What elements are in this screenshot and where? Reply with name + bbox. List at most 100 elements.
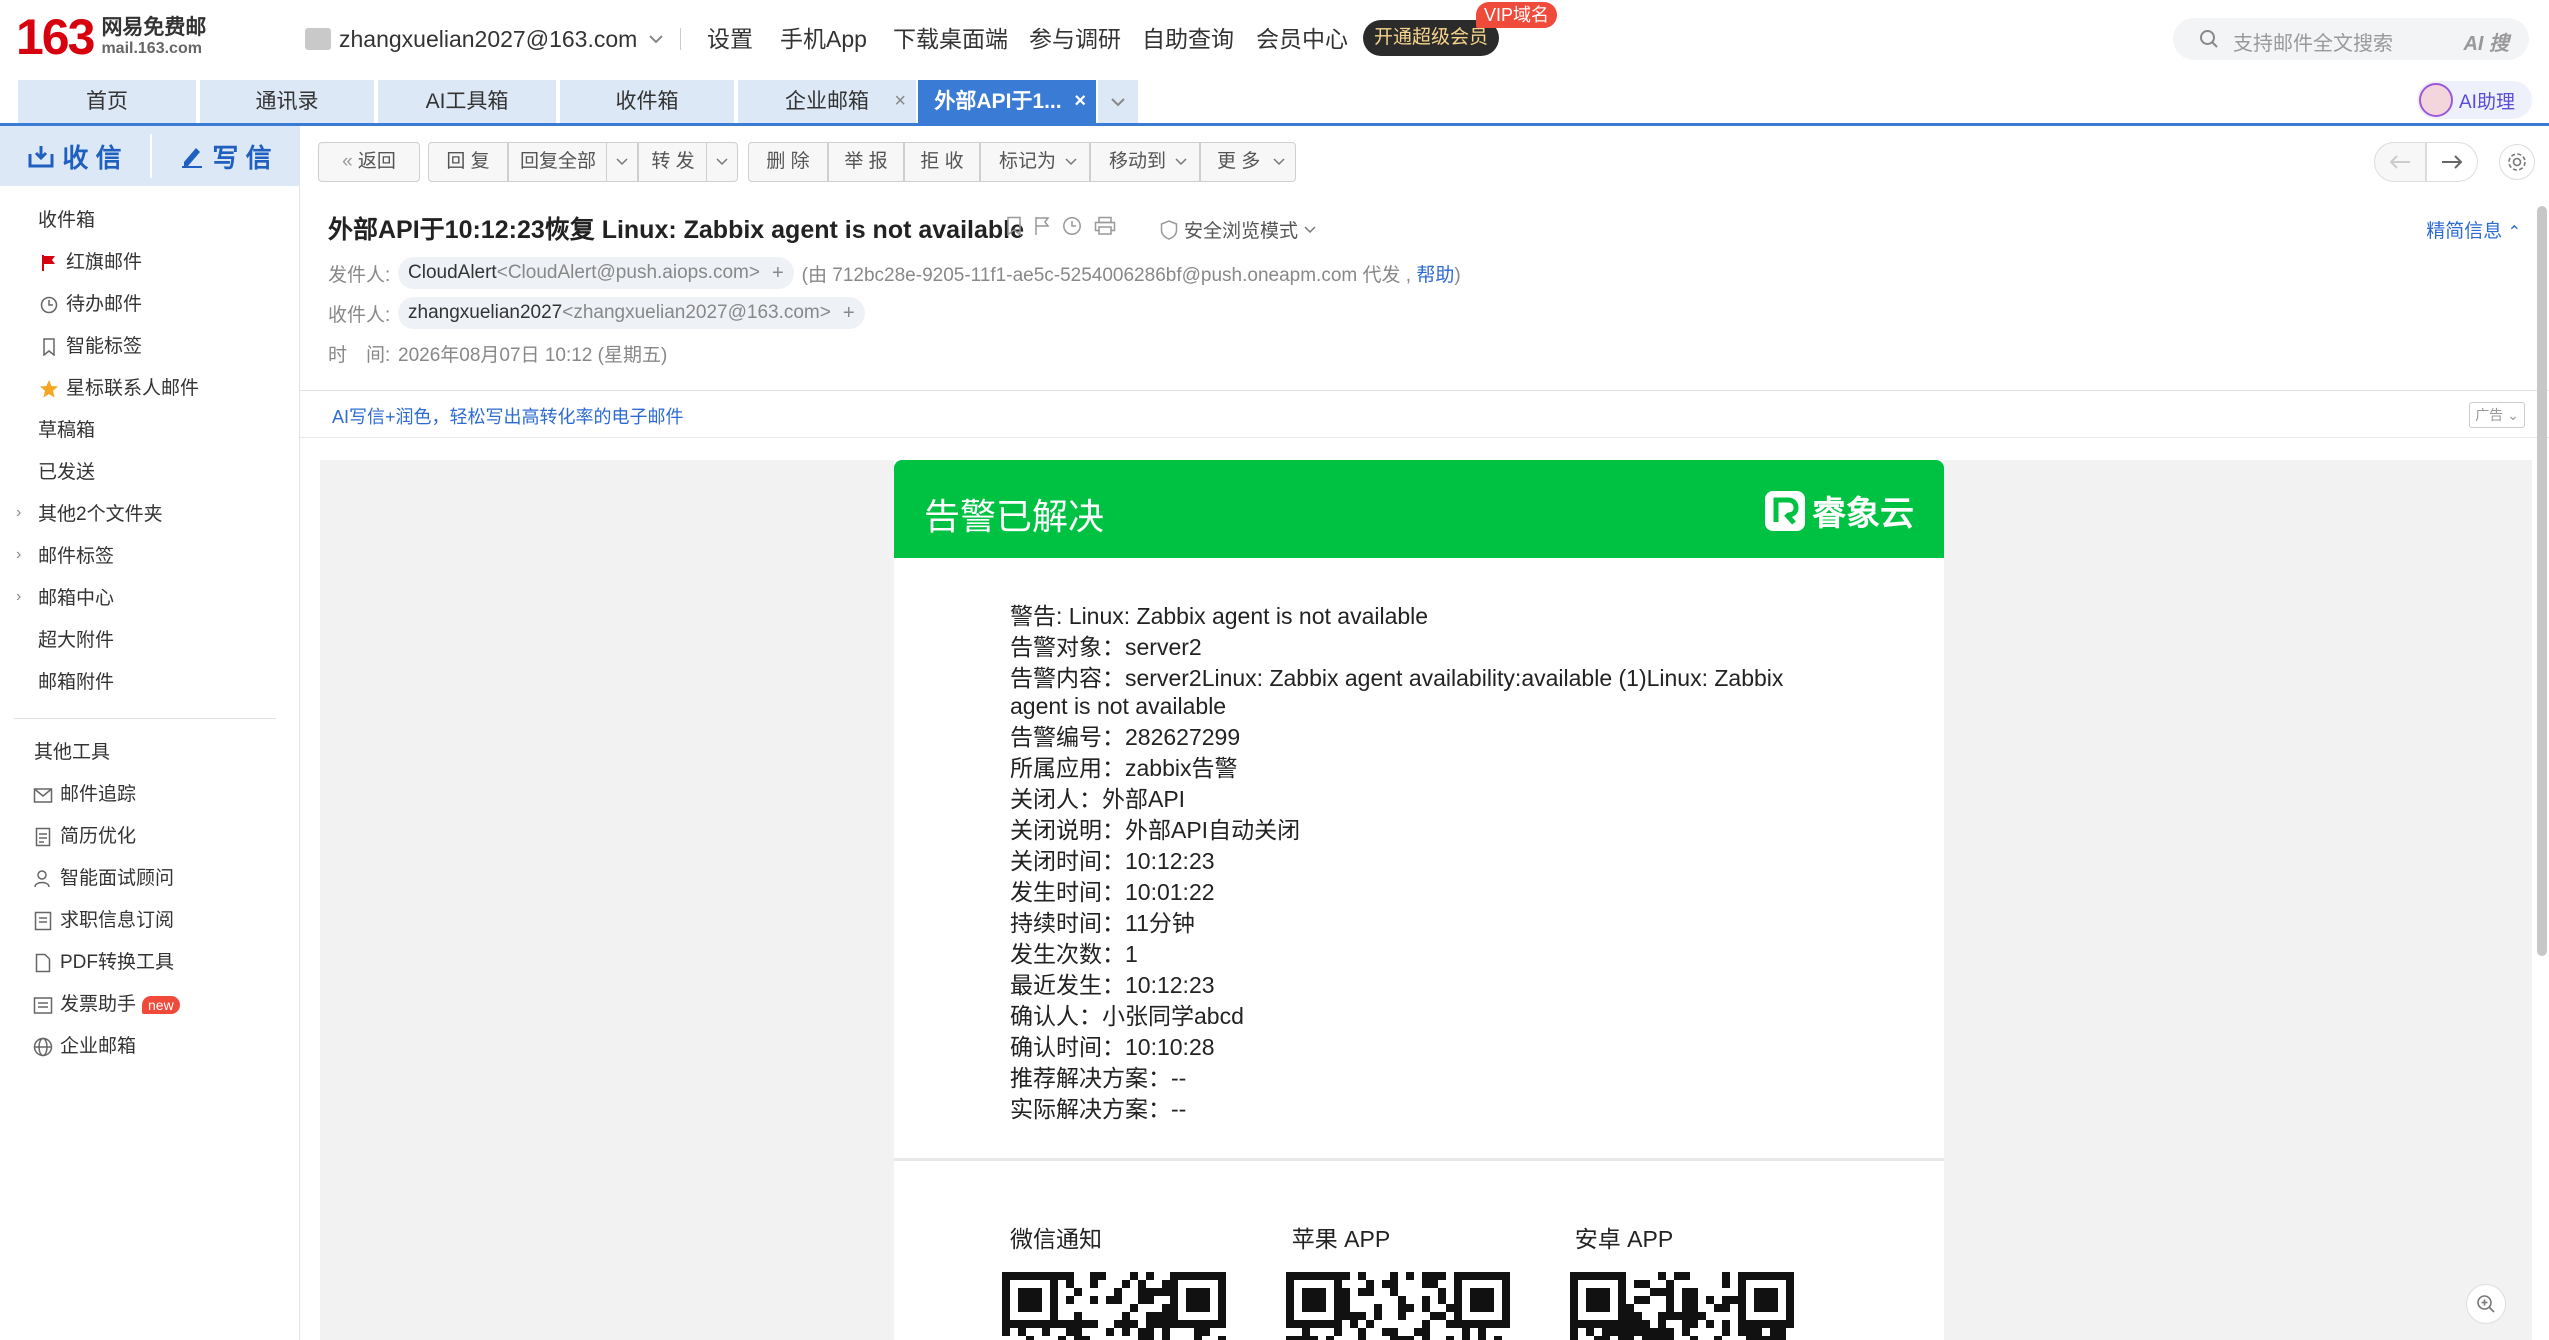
ad-link[interactable]: AI写信+润色，轻松写出高转化率的电子邮件 — [332, 403, 684, 429]
person-icon — [32, 868, 54, 890]
account-email: zhangxuelian2027@163.com — [339, 25, 638, 52]
sidebar-item-flagged[interactable]: 红旗邮件 — [38, 246, 142, 280]
sidebar: 收 信 写 信 收件箱 红旗邮件 待办邮件 智能标签 星标联系人邮件 草稿箱 已… — [0, 126, 300, 1340]
alert-line: 警告: Linux: Zabbix agent is not available — [1010, 603, 1429, 629]
sidebar-item-other-folders[interactable]: 其他2个文件夹 — [38, 498, 163, 532]
nav-member-center[interactable]: 会员中心 — [1256, 24, 1348, 54]
tool-invoice-assistant[interactable]: 发票助手 new — [32, 988, 180, 1022]
sidebar-item-label: 已发送 — [38, 462, 96, 483]
clock-icon[interactable] — [1062, 216, 1082, 236]
reply-all-button[interactable]: 回复全部 — [508, 142, 608, 182]
alert-title: 告警已解决 — [924, 496, 1105, 537]
write-mail-button[interactable]: 写 信 — [152, 126, 300, 186]
reply-all-dropdown[interactable] — [606, 142, 638, 182]
reject-button[interactable]: 拒 收 — [904, 142, 980, 182]
tab-ai-toolbox[interactable]: AI工具箱 — [378, 80, 556, 123]
tool-mail-tracking[interactable]: 邮件追踪 — [32, 778, 136, 812]
forward-dropdown[interactable] — [706, 142, 738, 182]
alert-line: 实际解决方案：-- — [1010, 1096, 1187, 1122]
sidebar-item-starred[interactable]: 星标联系人邮件 — [38, 372, 199, 406]
qr-code-wechat[interactable] — [1002, 1272, 1226, 1340]
tab-label: 外部API于1... — [934, 90, 1062, 113]
chevron-right-icon[interactable]: › — [16, 504, 21, 522]
next-mail-button[interactable] — [2426, 142, 2478, 182]
ad-tag[interactable]: 广告 ⌄ — [2469, 402, 2525, 428]
invoice-icon — [32, 994, 54, 1016]
safe-browse-mode-dropdown[interactable]: 安全浏览模式 — [1160, 216, 1316, 243]
move-to-dropdown[interactable]: 移动到 — [1090, 142, 1200, 182]
chevron-down-icon — [1175, 158, 1187, 166]
tab-current-mail[interactable]: 外部API于1... × — [918, 80, 1096, 123]
mark-as-dropdown[interactable]: 标记为 — [980, 142, 1090, 182]
sender-chip[interactable]: CloudAlert <CloudAlert@push.aiops.com> + — [398, 257, 794, 289]
tab-home[interactable]: 首页 — [18, 80, 196, 123]
flag-icon[interactable] — [1034, 216, 1050, 236]
close-icon[interactable]: × — [894, 80, 906, 123]
zoom-in-button[interactable] — [2466, 1284, 2506, 1324]
tool-enterprise-mail[interactable]: 企业邮箱 — [32, 1030, 136, 1064]
sidebar-item-todo[interactable]: 待办邮件 — [38, 288, 142, 322]
search-input[interactable]: 支持邮件全文搜索 — [2233, 27, 2393, 56]
nav-mobile-app[interactable]: 手机App — [780, 24, 867, 54]
search-box[interactable]: 支持邮件全文搜索 AI 搜 — [2173, 18, 2529, 60]
logo[interactable]: 163 网易免费邮 mail.163.com — [16, 12, 206, 62]
account-switcher[interactable]: zhangxuelian2027@163.com — [305, 24, 663, 54]
chevron-right-icon[interactable]: › — [16, 546, 21, 564]
brand-logo: 睿象云 — [1764, 486, 1914, 535]
sidebar-item-label: 待办邮件 — [66, 294, 143, 315]
more-dropdown[interactable]: 更 多 — [1200, 142, 1296, 182]
nav-desktop-download[interactable]: 下载桌面端 — [893, 24, 1008, 54]
nav-self-query[interactable]: 自助查询 — [1142, 24, 1234, 54]
ai-assistant-button[interactable]: AI助理 — [2417, 81, 2532, 119]
help-link[interactable]: 帮助 — [1416, 265, 1454, 286]
tab-enterprise-mail[interactable]: 企业邮箱 × — [738, 80, 916, 123]
sidebar-item-sent[interactable]: 已发送 — [38, 456, 95, 490]
tab-contacts[interactable]: 通讯录 — [200, 80, 374, 123]
back-label: 返回 — [357, 151, 396, 172]
bookmark-icon[interactable] — [1006, 216, 1022, 236]
nav-survey[interactable]: 参与调研 — [1029, 24, 1121, 54]
report-button[interactable]: 举 报 — [828, 142, 904, 182]
delete-label: 删 除 — [766, 151, 810, 172]
scrollbar[interactable] — [2537, 206, 2547, 956]
brief-info-label: 精简信息 — [2426, 221, 2503, 242]
recipient-chip[interactable]: zhangxuelian2027 <zhangxuelian2027@163.c… — [398, 297, 865, 329]
delete-button[interactable]: 删 除 — [748, 142, 828, 182]
nav-settings[interactable]: 设置 — [707, 24, 753, 54]
pencil-icon — [180, 144, 204, 168]
sidebar-item-drafts[interactable]: 草稿箱 — [38, 414, 95, 448]
previous-mail-button[interactable] — [2374, 142, 2426, 182]
qr-code-ios[interactable] — [1286, 1272, 1510, 1340]
clock-icon — [38, 294, 60, 316]
report-label: 举 报 — [844, 151, 888, 172]
close-icon[interactable]: × — [1074, 80, 1086, 123]
tool-resume-optimize[interactable]: 简历优化 — [32, 820, 136, 854]
new-badge: new — [142, 996, 180, 1014]
brand-name: 睿象云 — [1812, 495, 1914, 533]
gear-icon[interactable] — [2499, 144, 2535, 180]
ai-search-button[interactable]: AI 搜 — [2463, 27, 2509, 56]
brief-info-toggle[interactable]: 精简信息 ⌃ — [2426, 216, 2521, 243]
tool-job-subscription[interactable]: 求职信息订阅 — [32, 904, 174, 938]
reply-button[interactable]: 回 复 — [428, 142, 508, 182]
sidebar-item-mail-tags[interactable]: 邮件标签 — [38, 540, 114, 574]
chevron-right-icon[interactable]: › — [16, 588, 21, 606]
tab-more-button[interactable] — [1098, 80, 1138, 123]
receive-mail-button[interactable]: 收 信 — [0, 126, 150, 186]
mail-tracking-icon — [32, 784, 54, 806]
add-contact-icon[interactable]: + — [772, 262, 784, 285]
back-button[interactable]: « 返回 — [318, 142, 420, 182]
qr-code-android[interactable] — [1570, 1272, 1794, 1340]
tool-interview-advisor[interactable]: 智能面试顾问 — [32, 862, 174, 896]
print-icon[interactable] — [1094, 216, 1116, 236]
sidebar-item-mailbox-attachments[interactable]: 邮箱附件 — [38, 666, 114, 700]
sidebar-item-smart-tags[interactable]: 智能标签 — [38, 330, 142, 364]
sidebar-item-mailbox-center[interactable]: 邮箱中心 — [38, 582, 114, 616]
tool-pdf-convert[interactable]: PDF转换工具 — [32, 946, 174, 980]
forward-button[interactable]: 转 发 — [638, 142, 708, 182]
sidebar-item-large-attachments[interactable]: 超大附件 — [38, 624, 114, 658]
mail-header: 外部API于10:12:23恢复 Linux: Zabbix agent is … — [300, 206, 2549, 391]
sidebar-item-inbox[interactable]: 收件箱 — [38, 204, 95, 238]
tab-inbox[interactable]: 收件箱 — [560, 80, 734, 123]
add-contact-icon[interactable]: + — [843, 302, 855, 325]
